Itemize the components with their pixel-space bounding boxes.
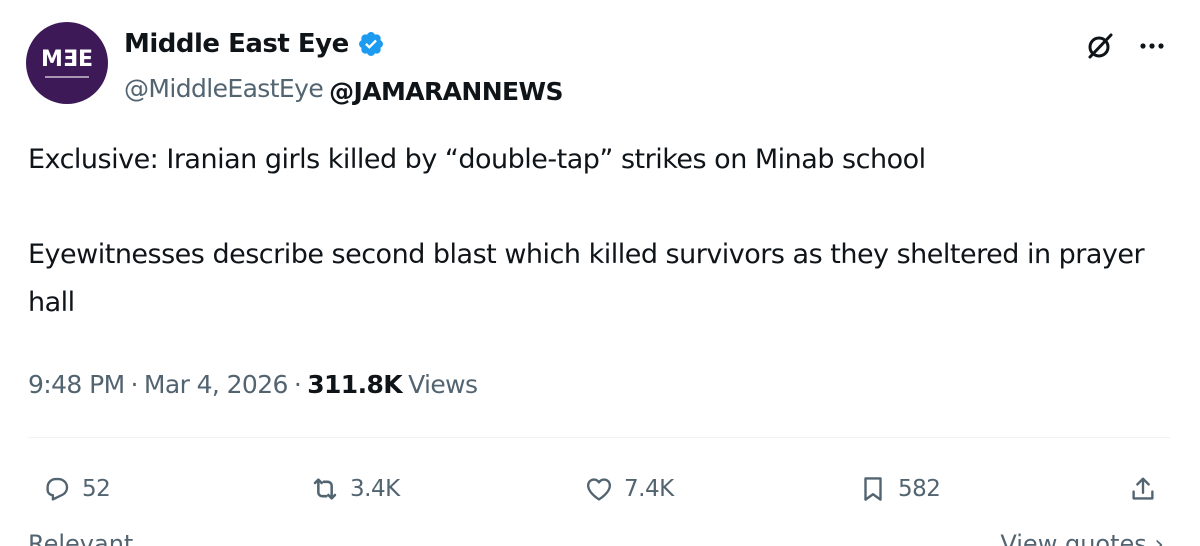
like-button[interactable]: 7.4K (582, 466, 674, 512)
tweet-top-actions (1066, 28, 1170, 64)
tweet-body: Exclusive: Iranian girls killed by “doub… (28, 136, 1168, 327)
avatar[interactable]: MƎE (26, 22, 108, 104)
tweet-paragraph: Eyewitnesses describe second blast which… (28, 239, 1145, 318)
reply-icon (40, 472, 74, 506)
bookmark-icon (856, 472, 890, 506)
author-name-row: Middle East Eye (124, 22, 385, 66)
reply-count: 52 (82, 476, 111, 502)
views-count: 311.8K (307, 369, 403, 399)
author-handle[interactable]: @MiddleEastEye (124, 74, 324, 103)
share-button[interactable] (1126, 466, 1160, 512)
tweet: MƎE Middle East Eye @MiddleEastEye @JAMA… (0, 0, 1200, 546)
view-quotes-link[interactable]: View quotes › (1000, 530, 1164, 546)
avatar-logo-text: M (41, 46, 63, 72)
more-icon[interactable] (1134, 28, 1170, 64)
grok-icon[interactable] (1082, 28, 1118, 64)
tweet-action-bar: 52 3.4K 7.4K 582 (0, 466, 1200, 512)
bookmark-button[interactable]: 582 (856, 466, 941, 512)
author-handle-row: @MiddleEastEye @JAMARANNEWS (124, 70, 563, 106)
verified-badge-icon (357, 30, 385, 58)
views-label: Views (408, 369, 478, 399)
share-icon (1126, 472, 1160, 506)
repost-button[interactable]: 3.4K (308, 466, 400, 512)
meta-separator: · (293, 369, 302, 399)
like-icon (582, 472, 616, 506)
author-display-name[interactable]: Middle East Eye (124, 29, 349, 59)
meta-separator: · (130, 369, 139, 399)
source-watermark-handle: @JAMARANNEWS (329, 76, 563, 106)
tweet-date[interactable]: Mar 4, 2026 (144, 370, 289, 399)
tweet-meta: 9:48 PM · Mar 4, 2026 · 311.8K Views (28, 364, 478, 404)
avatar-logo: MƎE (41, 46, 93, 72)
repost-icon (308, 472, 342, 506)
reply-button[interactable]: 52 (40, 466, 111, 512)
tweet-time[interactable]: 9:48 PM (28, 370, 125, 399)
repost-count: 3.4K (350, 476, 400, 502)
avatar-logo-underline (45, 75, 89, 78)
tweet-paragraph: Exclusive: Iranian girls killed by “doub… (28, 144, 926, 175)
bookmark-count: 582 (898, 476, 941, 502)
avatar-logo-mark: Ǝ (62, 46, 78, 72)
sort-replies-label[interactable]: Relevant (28, 530, 133, 546)
like-count: 7.4K (624, 476, 674, 502)
divider (28, 437, 1170, 438)
avatar-logo-mark: E (77, 46, 93, 72)
